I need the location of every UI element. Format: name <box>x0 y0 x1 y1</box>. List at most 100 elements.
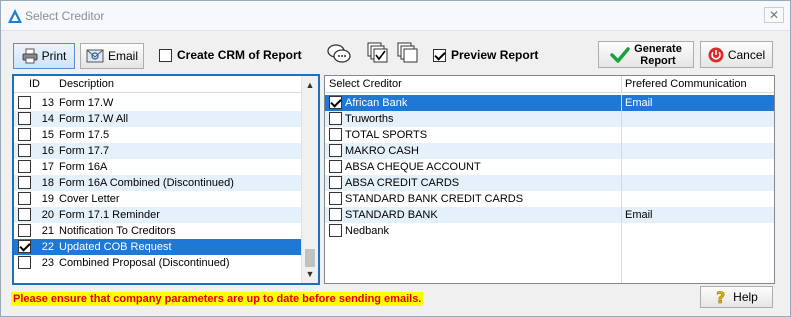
generate-label-line2: Report <box>640 54 676 67</box>
report-row-description: Form 17.5 <box>59 129 110 141</box>
creditor-row-checkbox[interactable] <box>329 176 342 189</box>
creditor-row-checkbox[interactable] <box>329 208 342 221</box>
report-row[interactable]: 21 Notification To Creditors <box>14 223 301 239</box>
report-row[interactable]: 16 Form 17.7 <box>14 143 301 159</box>
report-row[interactable]: 18 Form 16A Combined (Discontinued) <box>14 175 301 191</box>
report-row[interactable]: 23 Combined Proposal (Discontinued) <box>14 255 301 271</box>
preview-report-label: Preview Report <box>451 48 539 62</box>
check-all-icon[interactable] <box>367 42 389 64</box>
help-question-icon: ? <box>716 289 726 305</box>
creditor-row-name: Nedbank <box>345 225 390 237</box>
report-list[interactable]: ID Description 13 Form 17.W 14 Form 17.W Al… <box>12 74 320 285</box>
report-row[interactable]: 22 Updated COB Request <box>14 239 301 255</box>
help-label: Help <box>733 290 758 304</box>
report-row-id: 14 <box>41 113 54 125</box>
report-row-checkbox[interactable] <box>18 256 31 269</box>
select-creditor-window: Select Creditor ✕ Print Email Create CRM… <box>0 0 791 317</box>
report-row-checkbox[interactable] <box>18 224 31 237</box>
generate-label-line1: Generate <box>634 42 682 55</box>
comments-icon[interactable] <box>327 43 351 65</box>
report-row-id: 22 <box>41 241 54 253</box>
print-button[interactable]: Print <box>13 43 75 69</box>
window-close-button[interactable]: ✕ <box>764 7 784 23</box>
report-row[interactable]: 13 Form 17.W <box>14 95 301 111</box>
creditor-row-name: TOTAL SPORTS <box>345 129 428 141</box>
email-button[interactable]: Email <box>80 43 144 69</box>
column-divider <box>621 159 622 175</box>
report-row-id: 15 <box>41 129 54 141</box>
report-list-header: ID Description <box>14 76 318 93</box>
create-crm-checkbox[interactable]: Create CRM of Report <box>159 48 302 62</box>
report-row-checkbox[interactable] <box>18 208 31 221</box>
creditor-row-checkbox[interactable] <box>329 144 342 157</box>
creditor-row-communication: Email <box>625 97 653 109</box>
report-row[interactable]: 17 Form 16A <box>14 159 301 175</box>
creditor-row-checkbox[interactable] <box>329 160 342 173</box>
report-row-id: 19 <box>41 193 54 205</box>
creditor-row-name: ABSA CHEQUE ACCOUNT <box>345 161 481 173</box>
generate-report-button[interactable]: Generate Report <box>598 41 694 68</box>
column-divider <box>621 175 622 191</box>
print-label: Print <box>41 49 67 63</box>
column-divider <box>621 239 622 283</box>
report-row-id: 23 <box>41 257 54 269</box>
report-row[interactable]: 20 Form 17.1 Reminder <box>14 207 301 223</box>
column-divider <box>621 127 622 143</box>
creditor-list[interactable]: Select Creditor Prefered Communication A… <box>324 75 775 284</box>
column-divider <box>621 191 622 207</box>
creditor-row-checkbox[interactable] <box>329 192 342 205</box>
creditor-row[interactable]: ABSA CHEQUE ACCOUNT <box>325 159 774 175</box>
help-button[interactable]: ? Help <box>700 286 773 308</box>
creditor-row-name: African Bank <box>345 97 408 109</box>
creditor-row[interactable]: ABSA CREDIT CARDS <box>325 175 774 191</box>
description-column-header: Description <box>59 78 115 90</box>
column-divider <box>621 223 622 239</box>
create-crm-label: Create CRM of Report <box>177 48 302 62</box>
id-column-header: ID <box>29 78 40 90</box>
report-row-checkbox[interactable] <box>18 128 31 141</box>
power-icon <box>708 47 724 62</box>
report-row-id: 13 <box>41 97 54 109</box>
creditor-row[interactable]: STANDARD BANK Email <box>325 207 774 223</box>
email-icon <box>86 49 104 63</box>
scroll-down-arrow[interactable]: ▼ <box>302 266 318 282</box>
column-divider <box>621 111 622 127</box>
report-row-id: 21 <box>41 225 54 237</box>
report-row-checkbox[interactable] <box>18 144 31 157</box>
creditor-row[interactable]: TOTAL SPORTS <box>325 127 774 143</box>
report-row-checkbox[interactable] <box>18 192 31 205</box>
report-row-checkbox[interactable] <box>18 176 31 189</box>
creditor-row-checkbox[interactable] <box>329 96 342 109</box>
creditor-row[interactable]: African Bank Email <box>325 95 774 111</box>
report-row-checkbox[interactable] <box>18 160 31 173</box>
report-row-description: Form 17.1 Reminder <box>59 209 160 221</box>
email-label: Email <box>107 49 138 63</box>
create-crm-check[interactable] <box>159 48 172 62</box>
report-row-description: Form 16A <box>59 161 108 173</box>
creditor-row[interactable]: Truworths <box>325 111 774 127</box>
report-row-description: Form 16A Combined (Discontinued) <box>59 177 234 189</box>
preview-report-check[interactable] <box>433 48 446 62</box>
creditor-row[interactable]: MAKRO CASH <box>325 143 774 159</box>
report-list-scrollbar[interactable]: ▲ ▼ <box>301 76 318 283</box>
report-row[interactable]: 19 Cover Letter <box>14 191 301 207</box>
creditor-row[interactable]: STANDARD BANK CREDIT CARDS <box>325 191 774 207</box>
report-row-checkbox[interactable] <box>18 240 31 253</box>
creditor-row[interactable]: Nedbank <box>325 223 774 239</box>
uncheck-all-icon[interactable] <box>397 42 419 64</box>
report-row[interactable]: 15 Form 17.5 <box>14 127 301 143</box>
creditor-row-checkbox[interactable] <box>329 128 342 141</box>
column-divider <box>621 207 622 223</box>
report-row-checkbox[interactable] <box>18 96 31 109</box>
creditor-row-name: Truworths <box>345 113 394 125</box>
creditor-row-checkbox[interactable] <box>329 112 342 125</box>
report-row-checkbox[interactable] <box>18 112 31 125</box>
creditor-row-checkbox[interactable] <box>329 224 342 237</box>
report-row[interactable]: 14 Form 17.W All <box>14 111 301 127</box>
cancel-label: Cancel <box>727 47 766 62</box>
creditor-row-name: ABSA CREDIT CARDS <box>345 177 460 189</box>
scroll-thumb[interactable] <box>305 249 315 267</box>
preview-report-checkbox[interactable]: Preview Report <box>433 48 538 62</box>
cancel-button[interactable]: Cancel <box>700 41 773 68</box>
scroll-up-arrow[interactable]: ▲ <box>302 77 318 93</box>
